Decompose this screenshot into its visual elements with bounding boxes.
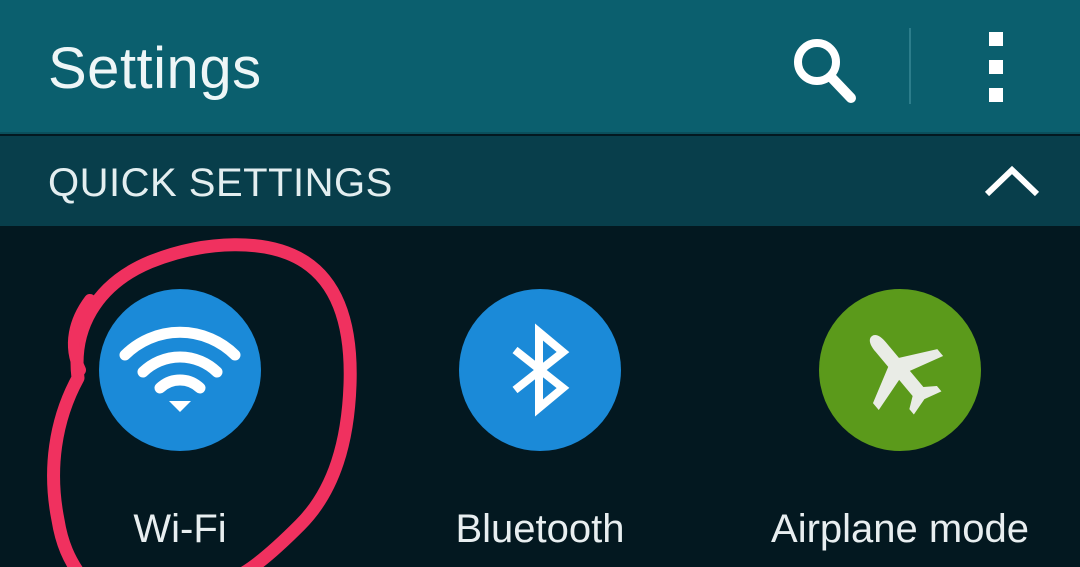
collapse-button[interactable] — [972, 148, 1052, 214]
quick-settings-header[interactable]: QUICK SETTINGS — [0, 136, 1080, 226]
wifi-icon — [119, 326, 241, 412]
tile-bluetooth[interactable]: Bluetooth — [390, 226, 690, 567]
more-vertical-icon — [989, 32, 1003, 102]
airplane-icon — [869, 335, 944, 415]
tile-label: Airplane mode — [771, 507, 1029, 551]
chevron-up-icon — [984, 165, 1040, 197]
bluetooth-toggle[interactable] — [459, 289, 621, 451]
section-title: QUICK SETTINGS — [48, 161, 393, 205]
quick-settings-tiles: Wi-Fi Bluetooth Airplane mode — [0, 226, 1080, 567]
page-title: Settings — [48, 36, 262, 101]
search-icon — [794, 39, 856, 103]
more-options-button[interactable] — [960, 22, 1032, 112]
bluetooth-icon — [512, 323, 570, 417]
app-bar: Settings — [0, 0, 1080, 134]
tile-label: Wi-Fi — [133, 507, 227, 551]
airplane-mode-toggle[interactable] — [819, 289, 981, 451]
tile-airplane-mode[interactable]: Airplane mode — [750, 226, 1050, 567]
search-button[interactable] — [780, 28, 868, 112]
app-bar-divider — [909, 28, 911, 104]
tile-wifi[interactable]: Wi-Fi — [30, 226, 330, 567]
tile-label: Bluetooth — [455, 507, 625, 551]
settings-screen: Settings QUICK SETTINGS Wi-Fi Bluetooth … — [0, 0, 1080, 567]
wifi-toggle[interactable] — [99, 289, 261, 451]
